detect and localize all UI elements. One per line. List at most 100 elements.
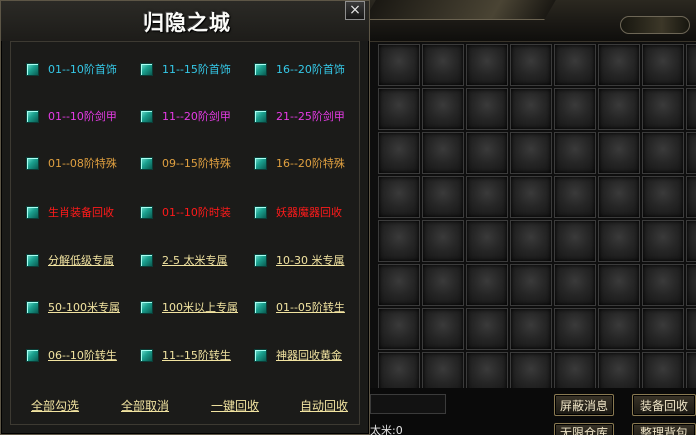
option-checkbox[interactable] — [26, 253, 39, 267]
inventory-slot[interactable] — [642, 132, 684, 174]
recycle-option[interactable]: 01--10阶剑甲 — [26, 108, 117, 124]
inventory-slot[interactable] — [466, 220, 508, 262]
inventory-slot[interactable] — [422, 44, 464, 86]
inventory-slot[interactable] — [510, 88, 552, 130]
inventory-slot[interactable] — [598, 132, 640, 174]
inventory-slot[interactable] — [378, 88, 420, 130]
inventory-slot[interactable] — [554, 220, 596, 262]
inventory-slot[interactable] — [598, 308, 640, 350]
select-all-link[interactable]: 全部勾选 — [31, 397, 79, 414]
inventory-slot[interactable] — [466, 88, 508, 130]
option-checkbox[interactable] — [254, 205, 267, 219]
inventory-slot[interactable] — [686, 132, 696, 174]
inventory-slot[interactable] — [378, 264, 420, 306]
inventory-slot[interactable] — [598, 88, 640, 130]
recycle-option[interactable]: 11--20阶剑甲 — [140, 108, 231, 124]
inventory-slot[interactable] — [554, 308, 596, 350]
inventory-slot[interactable] — [378, 44, 420, 86]
inventory-slot[interactable] — [686, 44, 696, 86]
inventory-slot[interactable] — [642, 220, 684, 262]
inventory-slot[interactable] — [686, 220, 696, 262]
option-checkbox[interactable] — [140, 253, 153, 267]
auto-recycle-link[interactable]: 自动回收 — [300, 397, 348, 414]
recycle-option[interactable]: 2-5 太米专属 — [140, 252, 227, 268]
inventory-slot[interactable] — [554, 132, 596, 174]
recycle-option[interactable]: 50-100米专属 — [26, 299, 120, 315]
inventory-slot[interactable] — [642, 264, 684, 306]
recycle-option[interactable]: 01--08阶特殊 — [26, 155, 117, 171]
inventory-slot[interactable] — [642, 176, 684, 218]
recycle-option[interactable]: 神器回收黄金 — [254, 347, 342, 363]
inventory-slot[interactable] — [598, 264, 640, 306]
inventory-slot[interactable] — [554, 176, 596, 218]
inventory-slot[interactable] — [378, 176, 420, 218]
option-checkbox[interactable] — [140, 62, 153, 76]
inventory-slot[interactable] — [422, 132, 464, 174]
wuji-treasury-button[interactable]: 无限仓库 — [554, 423, 614, 435]
inventory-slot[interactable] — [378, 308, 420, 350]
recycle-option[interactable]: 01--05阶转生 — [254, 299, 345, 315]
recycle-option[interactable]: 11--15阶转生 — [140, 347, 231, 363]
deselect-all-link[interactable]: 全部取消 — [121, 397, 169, 414]
option-checkbox[interactable] — [140, 205, 153, 219]
inventory-slot[interactable] — [642, 88, 684, 130]
option-checkbox[interactable] — [140, 348, 153, 362]
inventory-slot[interactable] — [598, 220, 640, 262]
option-checkbox[interactable] — [140, 109, 153, 123]
option-checkbox[interactable] — [254, 109, 267, 123]
inventory-slot[interactable] — [466, 44, 508, 86]
option-checkbox[interactable] — [254, 348, 267, 362]
recycle-option[interactable]: 妖器魔器回收 — [254, 204, 342, 220]
block-messages-button[interactable]: 屏蔽消息 — [554, 394, 614, 416]
option-checkbox[interactable] — [254, 300, 267, 314]
inventory-slot[interactable] — [642, 44, 684, 86]
option-checkbox[interactable] — [140, 156, 153, 170]
option-checkbox[interactable] — [26, 62, 39, 76]
inventory-slot[interactable] — [422, 220, 464, 262]
inventory-slot[interactable] — [510, 220, 552, 262]
option-checkbox[interactable] — [26, 348, 39, 362]
recycle-option[interactable]: 01--10阶时装 — [140, 204, 231, 220]
equip-recycle-button[interactable]: 装备回收 — [632, 394, 696, 416]
inventory-slot[interactable] — [466, 176, 508, 218]
inventory-slot[interactable] — [686, 264, 696, 306]
inventory-slot[interactable] — [422, 88, 464, 130]
inventory-slot[interactable] — [554, 44, 596, 86]
one-click-recycle-link[interactable]: 一键回收 — [211, 397, 259, 414]
inventory-slot[interactable] — [554, 264, 596, 306]
option-checkbox[interactable] — [254, 62, 267, 76]
inventory-slot[interactable] — [510, 264, 552, 306]
inventory-slot[interactable] — [686, 176, 696, 218]
recycle-option[interactable]: 21--25阶剑甲 — [254, 108, 345, 124]
option-checkbox[interactable] — [26, 205, 39, 219]
inventory-slot[interactable] — [510, 132, 552, 174]
inventory-slot[interactable] — [422, 176, 464, 218]
recycle-option[interactable]: 01--10阶首饰 — [26, 61, 117, 77]
recycle-option[interactable]: 11--15阶首饰 — [140, 61, 231, 77]
inventory-slot[interactable] — [466, 132, 508, 174]
inventory-slot[interactable] — [686, 88, 696, 130]
inventory-slot[interactable] — [554, 88, 596, 130]
option-checkbox[interactable] — [26, 109, 39, 123]
inventory-slot[interactable] — [378, 132, 420, 174]
recycle-option[interactable]: 生肖装备回收 — [26, 204, 114, 220]
inventory-slot[interactable] — [598, 44, 640, 86]
inventory-slot[interactable] — [598, 176, 640, 218]
recycle-option[interactable]: 06--10阶转生 — [26, 347, 117, 363]
option-checkbox[interactable] — [26, 300, 39, 314]
inventory-slot[interactable] — [466, 308, 508, 350]
inventory-slot[interactable] — [422, 264, 464, 306]
option-checkbox[interactable] — [140, 300, 153, 314]
inventory-slot[interactable] — [686, 308, 696, 350]
option-checkbox[interactable] — [254, 253, 267, 267]
recycle-option[interactable]: 100米以上专属 — [140, 299, 238, 315]
inventory-slot[interactable] — [422, 308, 464, 350]
recycle-option[interactable]: 09--15阶特殊 — [140, 155, 231, 171]
recycle-option[interactable]: 16--20阶首饰 — [254, 61, 345, 77]
close-button[interactable]: × — [345, 1, 365, 20]
inventory-slot[interactable] — [510, 308, 552, 350]
option-checkbox[interactable] — [26, 156, 39, 170]
inventory-slot[interactable] — [378, 220, 420, 262]
inventory-slot[interactable] — [510, 176, 552, 218]
recycle-option[interactable]: 16--20阶特殊 — [254, 155, 345, 171]
